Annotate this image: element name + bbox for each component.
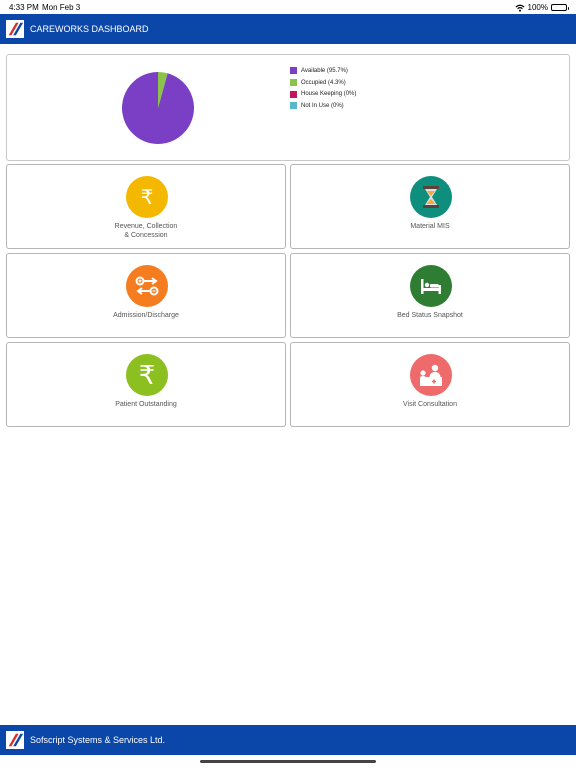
tile-label: Visit Consultation <box>403 401 457 408</box>
legend-label: House Keeping (0%) <box>301 91 357 98</box>
battery-percent: 100% <box>527 3 548 12</box>
company-logo <box>6 20 24 38</box>
svg-text:₹: ₹ <box>139 361 156 389</box>
battery-icon <box>551 4 569 11</box>
tile-visit-consultation[interactable]: Visit Consultation <box>290 342 570 427</box>
doctor-consultation-icon <box>410 354 452 396</box>
bed-status-pie-chart[interactable] <box>121 71 195 145</box>
bed-status-chart-card[interactable]: Available (95.7%) Occupied (4.3%) House … <box>6 54 570 161</box>
wifi-icon <box>515 4 524 12</box>
tile-label: Patient Outstanding <box>115 401 177 408</box>
legend-label: Not In Use (0%) <box>301 102 344 109</box>
tile-revenue-collection[interactable]: ₹ Revenue, Collection & Concession <box>6 164 286 249</box>
svg-text:₹: ₹ <box>141 185 154 209</box>
app-title: CAREWORKS DASHBOARD <box>30 24 149 34</box>
status-date: Mon Feb 3 <box>42 3 81 12</box>
app-footer: Sofscript Systems & Services Ltd. <box>0 725 576 755</box>
legend-label: Occupied (4.3%) <box>301 79 346 86</box>
legend-label: Available (95.7%) <box>301 67 348 74</box>
tile-label: Revenue, Collection & Concession <box>114 223 178 239</box>
legend-swatch <box>290 90 297 98</box>
chart-legend: Available (95.7%) Occupied (4.3%) House … <box>290 65 356 112</box>
status-indicators: 100% <box>515 3 569 12</box>
tile-label: Material MIS <box>410 223 450 230</box>
hourglass-icon <box>410 176 452 218</box>
tile-patient-outstanding[interactable]: ₹ Patient Outstanding <box>6 342 286 427</box>
tile-bed-status-snapshot[interactable]: Bed Status Snapshot <box>290 253 570 338</box>
legend-item-house-keeping: House Keeping (0%) <box>290 88 356 100</box>
company-name: Sofscript Systems & Services Ltd. <box>30 735 166 745</box>
tile-admission-discharge[interactable]: Admission/Discharge <box>6 253 286 338</box>
legend-swatch <box>290 67 297 75</box>
legend-swatch <box>290 79 297 87</box>
app-header: CAREWORKS DASHBOARD <box>0 14 576 44</box>
rupee-icon: ₹ <box>126 354 168 396</box>
legend-item-occupied: Occupied (4.3%) <box>290 77 356 89</box>
tile-label: Bed Status Snapshot <box>397 312 463 319</box>
company-logo <box>6 731 24 749</box>
admission-discharge-icon <box>126 265 168 307</box>
tile-material-mis[interactable]: Material MIS <box>290 164 570 249</box>
home-indicator[interactable] <box>200 760 376 763</box>
legend-item-available: Available (95.7%) <box>290 65 356 77</box>
status-time: 4:33 PM <box>9 3 39 12</box>
legend-item-not-in-use: Not In Use (0%) <box>290 100 356 112</box>
status-bar: 4:33 PM Mon Feb 3 100% <box>0 0 576 14</box>
rupee-icon: ₹ <box>126 176 168 218</box>
bed-icon <box>410 265 452 307</box>
tile-label: Admission/Discharge <box>113 312 179 319</box>
legend-swatch <box>290 102 297 110</box>
